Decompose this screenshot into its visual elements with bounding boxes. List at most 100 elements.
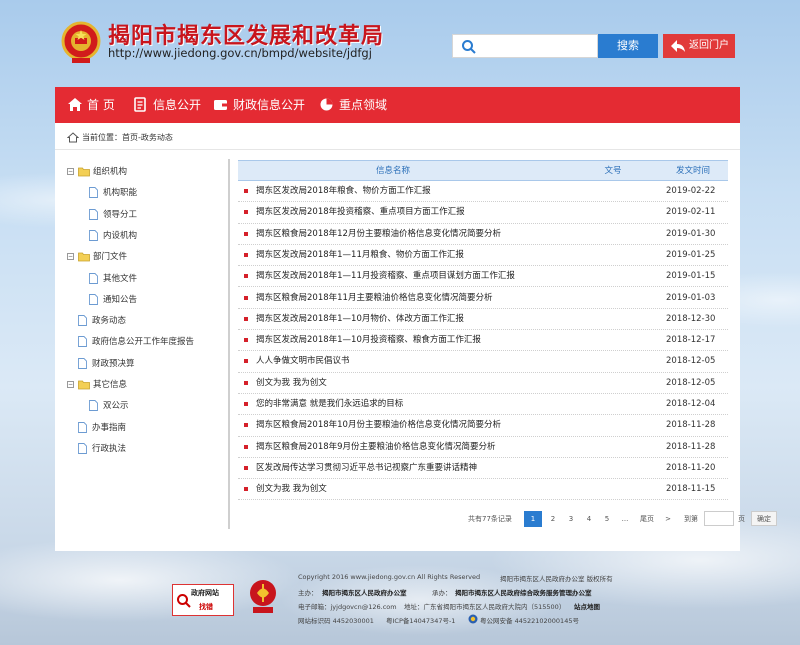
row-date: 2018-11-20 [666,462,716,473]
page-next[interactable]: > [662,511,674,527]
row-title-link[interactable]: 揭东区粮食局2018年11月主要粮油价格信息变化情况简要分析 [256,288,492,309]
row-title-link[interactable]: 揭东区粮食局2018年10月份主要粮油价格信息变化情况简要分析 [256,415,501,436]
table-row[interactable]: 揭东区粮食局2018年9月份主要粮油价格信息变化情况简要分析 2018-11-28 [238,437,728,458]
table-row[interactable]: 揭东区发改局2018年1—10月投资稽察、粮食方面工作汇报 2018-12-17 [238,330,728,352]
row-date: 2019-01-03 [666,292,716,303]
sidebar-item[interactable]: 办事指南 [67,421,217,435]
nav-item-finance-info[interactable]: 财政信息公开 [213,87,313,123]
nav-item-key-areas[interactable]: 重点领域 [319,87,399,123]
sidebar-item[interactable]: 内设机构 [67,229,217,243]
row-title-link[interactable]: 揭东区发改局2018年粮食、物价方面工作汇报 [256,181,431,202]
sidebar-item-label: 部门文件 [93,252,128,263]
sidebar-item[interactable]: − 组织机构 [67,165,217,179]
file-icon [78,357,87,369]
gov-site-error-report-badge[interactable]: 政府网站 找错 [172,584,234,616]
collapse-toggle-icon[interactable]: − [67,168,74,175]
breadcrumb-text: 当前位置：首页-政务动态 [82,133,173,142]
row-title-link[interactable]: 揭东区发改局2018年1—11月投资稽察、重点项目谋划方面工作汇报 [256,266,515,287]
sidebar-tree: − 组织机构机构职能领导分工内设机构 − 部门文件其他文件通知公告政务动态政府信息公开… [55,161,217,461]
folder-icon [78,167,90,177]
table-row[interactable]: 区发改局传达学习贯彻习近平总书记视察广东重要讲话精神 2018-11-20 [238,458,728,480]
row-title-link[interactable]: 揭东区发改局2018年1—11月粮食、物价方面工作汇报 [256,245,464,266]
collapse-toggle-icon[interactable]: − [67,381,74,388]
goto-confirm-button[interactable]: 确定 [751,511,777,526]
nav-key-areas-label: 重点领域 [339,98,388,112]
sidebar-item[interactable]: 政务动态 [67,314,217,328]
file-icon [89,272,98,284]
return-portal-button[interactable]: 返回门户 [663,34,735,58]
sidebar-item[interactable]: 通知公告 [67,293,217,307]
search-button[interactable]: 搜索 [598,34,658,58]
sidebar-item[interactable]: 政府信息公开工作年度报告 [67,335,217,349]
table-row[interactable]: 人人争做文明市民倡议书 2018-12-05 [238,351,728,373]
row-title-link[interactable]: 您的非常满意 就是我们永远追求的目标 [256,394,403,415]
page-2[interactable]: 2 [546,511,560,527]
table-row[interactable]: 您的非常满意 就是我们永远追求的目标 2018-12-04 [238,394,728,416]
sidebar-item[interactable]: 财政预决算 [67,357,217,371]
table-row[interactable]: 揭东区发改局2018年粮食、物价方面工作汇报 2019-02-22 [238,181,728,203]
sidebar-item[interactable]: 机构职能 [67,186,217,200]
row-title-link[interactable]: 揭东区发改局2018年1—10月物价、体改方面工作汇报 [256,309,464,330]
row-title-link[interactable]: 创文为我 我为创文 [256,479,327,500]
row-title-link[interactable]: 揭东区粮食局2018年9月份主要粮油价格信息变化情况简要分析 [256,437,496,458]
sidebar-item[interactable]: 行政执法 [67,442,217,456]
footer-sitemap-label: 站点地图 [574,603,600,611]
party-gov-seal-icon[interactable] [248,578,278,614]
home-icon [68,98,82,111]
page-5[interactable]: 5 [600,511,614,527]
sidebar-item-label: 行政执法 [92,443,127,454]
table-row[interactable]: 揭东区发改局2018年投资稽察、重点项目方面工作汇报 2019-02-11 [238,202,728,224]
row-title-link[interactable]: 揭东区发改局2018年1—10月投资稽察、粮食方面工作汇报 [256,330,481,351]
sidebar-item-label: 内设机构 [103,230,138,241]
table-row[interactable]: 揭东区发改局2018年1—11月投资稽察、重点项目谋划方面工作汇报 2019-01… [238,266,728,288]
police-badge-icon [468,614,478,624]
row-title-link[interactable]: 揭东区发改局2018年投资稽察、重点项目方面工作汇报 [256,202,465,223]
sidebar-item[interactable]: 领导分工 [67,208,217,222]
table-row[interactable]: 揭东区发改局2018年1—11月粮食、物价方面工作汇报 2019-01-25 [238,245,728,267]
pagination: 共有77条记录 1 2 3 4 5 ... 尾页 > 到第 页 确定 [238,511,777,529]
file-icon [78,336,87,348]
page-4[interactable]: 4 [582,511,596,527]
file-icon [78,421,87,433]
sidebar-item-label: 办事指南 [92,422,127,433]
pager-total: 共有77条记录 [468,515,512,523]
table-row[interactable]: 创文为我 我为创文 2018-11-15 [238,479,728,501]
collapse-toggle-icon[interactable]: − [67,253,74,261]
nav-item-info-public[interactable]: 信息公开 [133,87,211,123]
national-emblem-icon [61,21,101,63]
row-title-link[interactable]: 创文为我 我为创文 [256,373,327,394]
table-row[interactable]: 揭东区粮食局2018年12月份主要粮油价格信息变化情况简要分析 2019-01-3… [238,224,728,245]
nav-info-public-label: 信息公开 [153,98,202,112]
sidebar-item[interactable]: 双公示 [67,399,217,413]
bullet-icon [244,487,248,492]
sidebar-divider [228,159,230,529]
row-date: 2018-11-28 [666,441,716,452]
row-title-link[interactable]: 区发改局传达学习贯彻习近平总书记视察广东重要讲话精神 [256,458,477,479]
footer-public-security[interactable]: 粤公网安备 44522102000145号 [480,615,579,625]
sidebar-item[interactable]: − 部门文件 [67,250,217,264]
goto-prefix: 到第 [684,515,698,523]
nav-item-home[interactable]: 首 页 [67,87,127,123]
footer-icp[interactable]: 粤ICP备14047347号-1 [386,615,455,625]
file-icon [78,315,87,327]
goto-page-input[interactable] [704,511,734,526]
sidebar-item[interactable]: 其他文件 [67,272,217,286]
sidebar-item[interactable]: − 其它信息 [67,378,217,392]
footer-sitemap-link[interactable]: 站点地图 [574,601,600,611]
row-title-link[interactable]: 揭东区粮食局2018年12月份主要粮油价格信息变化情况简要分析 [256,224,501,245]
search-input[interactable] [481,37,593,55]
file-icon [89,187,98,199]
header-info-name: 信息名称 [375,166,410,176]
row-date: 2018-11-28 [666,420,716,431]
page-1[interactable]: 1 [524,511,542,527]
page-3[interactable]: 3 [564,511,578,527]
row-date: 2018-12-17 [666,335,716,346]
table-row[interactable]: 揭东区发改局2018年1—10月物价、体改方面工作汇报 2018-12-30 [238,309,728,331]
table-row[interactable]: 揭东区粮食局2018年11月主要粮油价格信息变化情况简要分析 2019-01-03 [238,288,728,309]
row-title-link[interactable]: 人人争做文明市民倡议书 [256,351,350,372]
folder-icon [78,380,90,390]
footer-host-name: 揭阳市揭东区人民政府办公室 [322,589,407,597]
table-row[interactable]: 创文为我 我为创文 2018-12-05 [238,373,728,394]
table-row[interactable]: 揭东区粮食局2018年10月份主要粮油价格信息变化情况简要分析 2018-11-2… [238,415,728,437]
page-last[interactable]: 尾页 [636,511,658,527]
